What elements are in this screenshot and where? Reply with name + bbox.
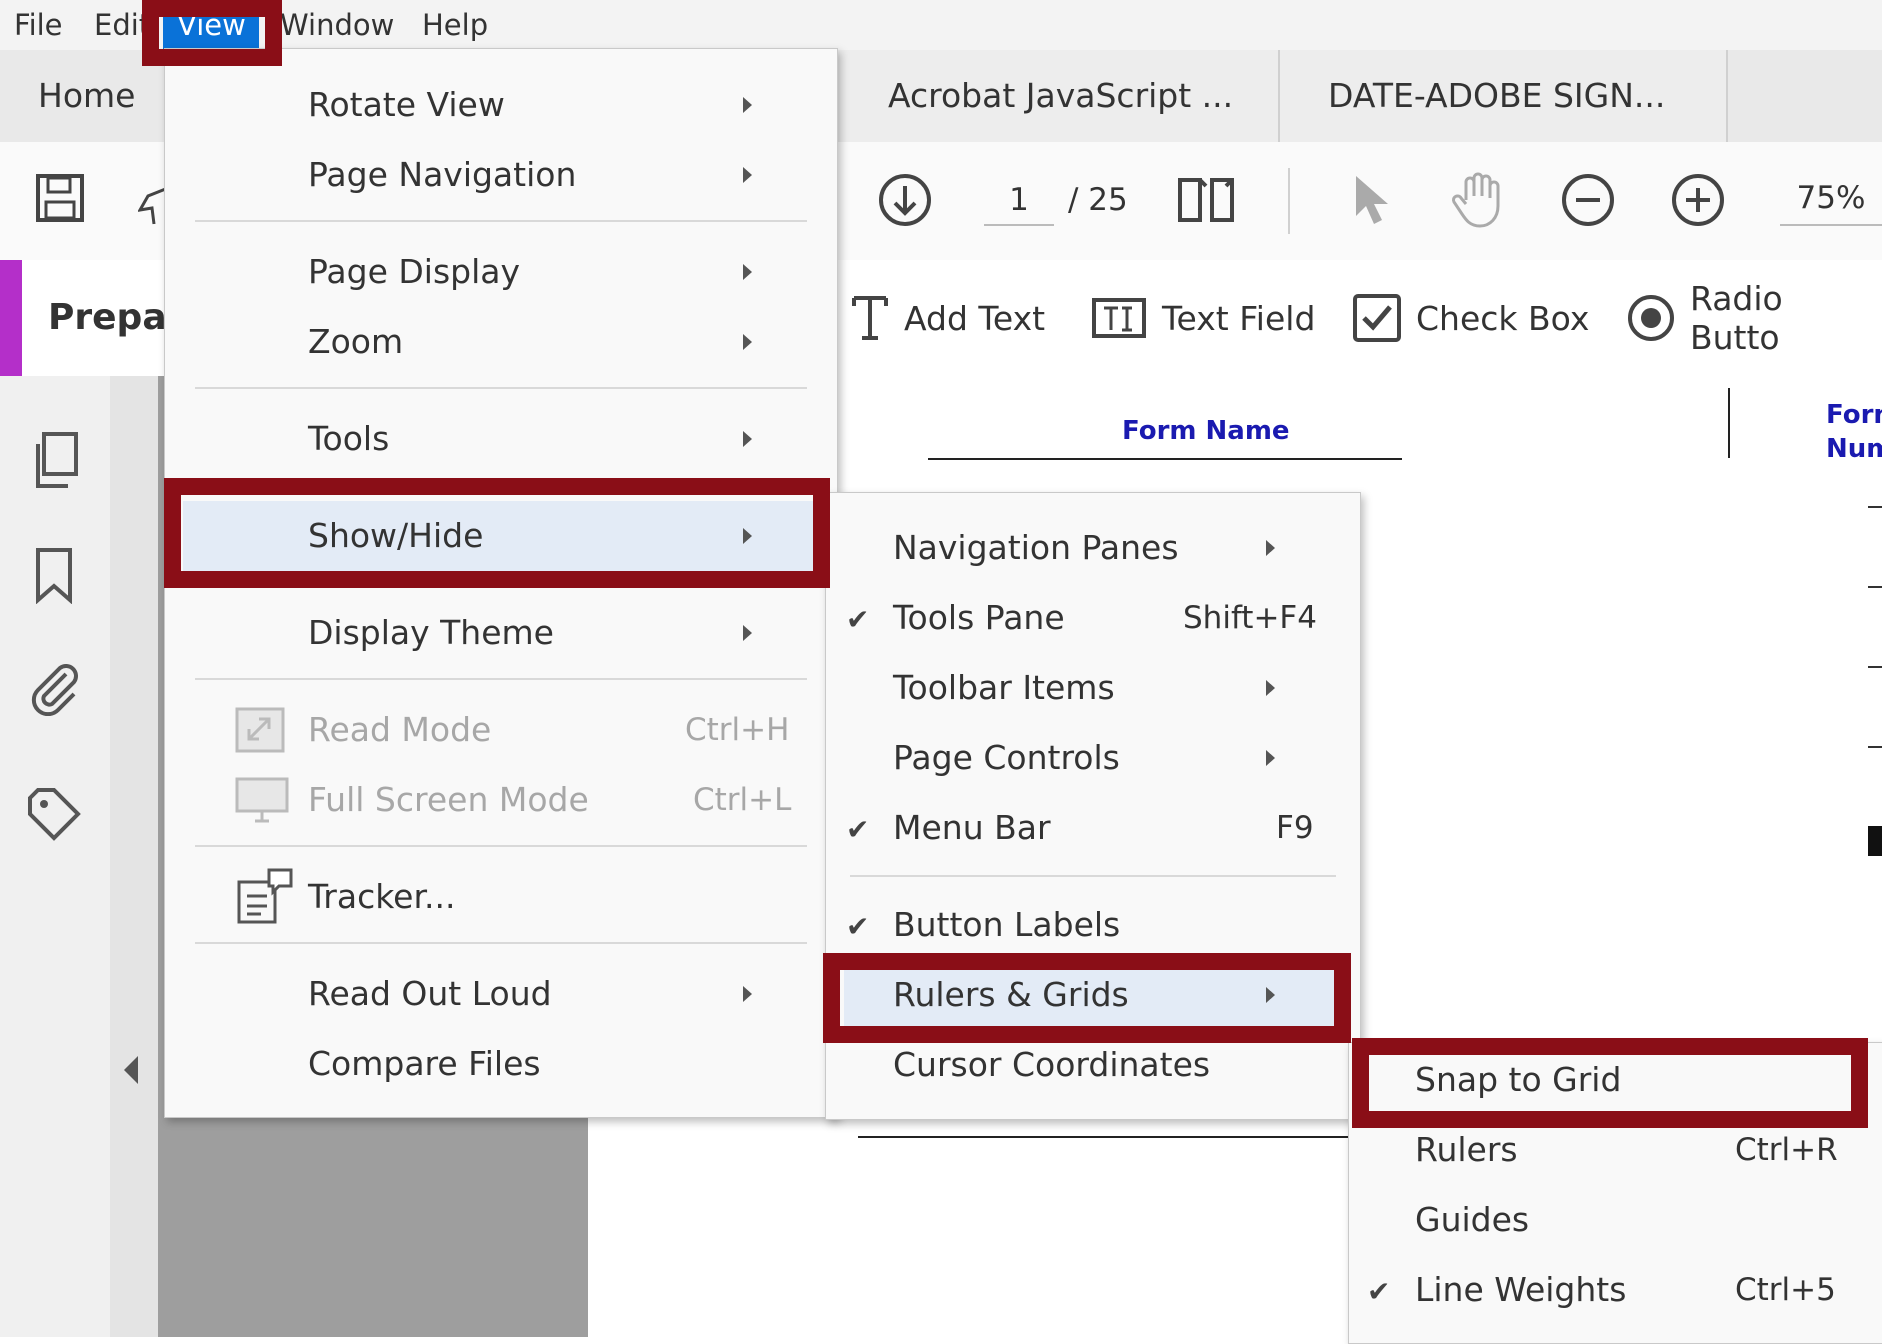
select-cursor-icon[interactable] (1352, 174, 1392, 226)
check-box-tool[interactable]: Check Box (1352, 260, 1589, 376)
form-tick (1868, 506, 1882, 508)
menu-item-full-screen-mode[interactable]: Full Screen Mode Ctrl+L (165, 765, 837, 835)
menu-separator (195, 220, 807, 222)
two-page-view-icon[interactable] (1176, 176, 1238, 224)
menu-bar: File Edit View Window Help (0, 0, 1882, 51)
save-icon[interactable] (34, 172, 86, 224)
menu-item-rotate-view[interactable]: Rotate View (165, 70, 837, 140)
tracker-icon (235, 866, 295, 926)
form-column-divider (1728, 388, 1730, 458)
menu-item-compare-files[interactable]: Compare Files (165, 1029, 837, 1099)
zoom-level-input[interactable]: 75% (1780, 172, 1882, 226)
page-thumbnails-icon[interactable] (30, 430, 82, 490)
toolbar-divider (1288, 168, 1290, 234)
checkmark-icon: ✔ (846, 813, 870, 846)
add-text-tool[interactable]: Add Text (850, 260, 1045, 376)
menu-item-read-out-loud[interactable]: Read Out Loud (165, 959, 837, 1029)
form-tick (1868, 746, 1882, 748)
menu-separator (195, 942, 807, 944)
submenu-arrow-icon (743, 986, 752, 1002)
menu-item-tools[interactable]: Tools (165, 404, 837, 474)
tab-home[interactable]: Home (38, 50, 135, 142)
highlight-frame-show-hide (164, 478, 830, 588)
prepare-accent-bar (0, 260, 22, 376)
radio-button-tool[interactable]: Radio Butto (1626, 260, 1882, 376)
tab-document-1[interactable]: Acrobat JavaScript ... (840, 50, 1280, 142)
submenu-arrow-icon (1266, 750, 1275, 766)
text-field-tool[interactable]: Text Field (1090, 260, 1315, 376)
left-navigation-rail (0, 376, 111, 1337)
checkbox-icon (1352, 293, 1402, 343)
menu-item-toolbar-items[interactable]: Toolbar Items (826, 653, 1360, 723)
submenu-arrow-icon (743, 264, 752, 280)
menu-item-guides[interactable]: Guides (1349, 1185, 1882, 1255)
scroll-down-icon[interactable] (877, 172, 933, 228)
zoom-in-icon[interactable] (1670, 172, 1726, 228)
menu-item-display-theme[interactable]: Display Theme (165, 598, 837, 668)
submenu-arrow-icon (743, 625, 752, 641)
menu-item-menu-bar[interactable]: ✔ Menu Bar F9 (826, 793, 1360, 863)
menu-separator (195, 387, 807, 389)
highlight-frame-view-menu (142, 0, 282, 66)
checkmark-icon: ✔ (1367, 1275, 1391, 1308)
menu-item-page-navigation[interactable]: Page Navigation (165, 140, 837, 210)
submenu-arrow-icon (743, 334, 752, 350)
hand-tool-icon[interactable] (1450, 170, 1510, 230)
checkmark-icon: ✔ (846, 603, 870, 636)
menu-item-button-labels[interactable]: ✔ Button Labels (826, 890, 1360, 960)
menu-separator (850, 875, 1336, 877)
highlight-frame-rulers-grids (823, 953, 1351, 1043)
menu-window[interactable]: Window (266, 0, 408, 50)
menu-item-page-display[interactable]: Page Display (165, 237, 837, 307)
submenu-arrow-icon (743, 97, 752, 113)
submenu-arrow-icon (1266, 540, 1275, 556)
tab-document-2[interactable]: DATE-ADOBE SIGN... (1280, 50, 1728, 142)
bookmark-icon[interactable] (34, 546, 74, 604)
page-number-input[interactable]: 1 (984, 176, 1054, 226)
menu-item-page-controls[interactable]: Page Controls (826, 723, 1360, 793)
menu-file[interactable]: File (0, 0, 77, 50)
menu-item-line-weights[interactable]: ✔ Line Weights Ctrl+5 (1349, 1255, 1882, 1325)
text-t-icon (850, 294, 890, 342)
menu-item-read-mode[interactable]: Read Mode Ctrl+H (165, 695, 837, 765)
submenu-arrow-icon (743, 167, 752, 183)
left-panel-handle (110, 376, 158, 1337)
radio-button-icon (1626, 293, 1676, 343)
checkmark-icon: ✔ (846, 910, 870, 943)
form-field-marker (1868, 826, 1882, 856)
tag-icon[interactable] (24, 784, 84, 844)
menu-item-zoom[interactable]: Zoom (165, 307, 837, 377)
read-mode-icon (235, 707, 285, 753)
page-total: / 25 (1068, 182, 1128, 218)
text-field-icon (1090, 294, 1148, 342)
submenu-arrow-icon (1266, 680, 1275, 696)
menu-item-tools-pane[interactable]: ✔ Tools Pane Shift+F4 (826, 583, 1360, 653)
menu-separator (195, 845, 807, 847)
full-screen-icon (235, 777, 289, 823)
form-name-label: Form Name (1122, 416, 1290, 446)
submenu-arrow-icon (743, 431, 752, 447)
menu-item-navigation-panes[interactable]: Navigation Panes (826, 513, 1360, 583)
menu-item-tracker[interactable]: Tracker... (165, 862, 837, 932)
menu-help[interactable]: Help (408, 0, 502, 50)
form-number-label: Form Numb (1826, 400, 1882, 464)
form-tick (1868, 666, 1882, 668)
highlight-frame-snap-to-grid (1352, 1038, 1868, 1128)
menu-separator (195, 678, 807, 680)
collapse-panel-icon[interactable] (124, 1056, 138, 1084)
zoom-out-icon[interactable] (1560, 172, 1616, 228)
form-name-rule (928, 458, 1402, 460)
form-tick (1868, 586, 1882, 588)
attachment-icon[interactable] (26, 660, 82, 716)
